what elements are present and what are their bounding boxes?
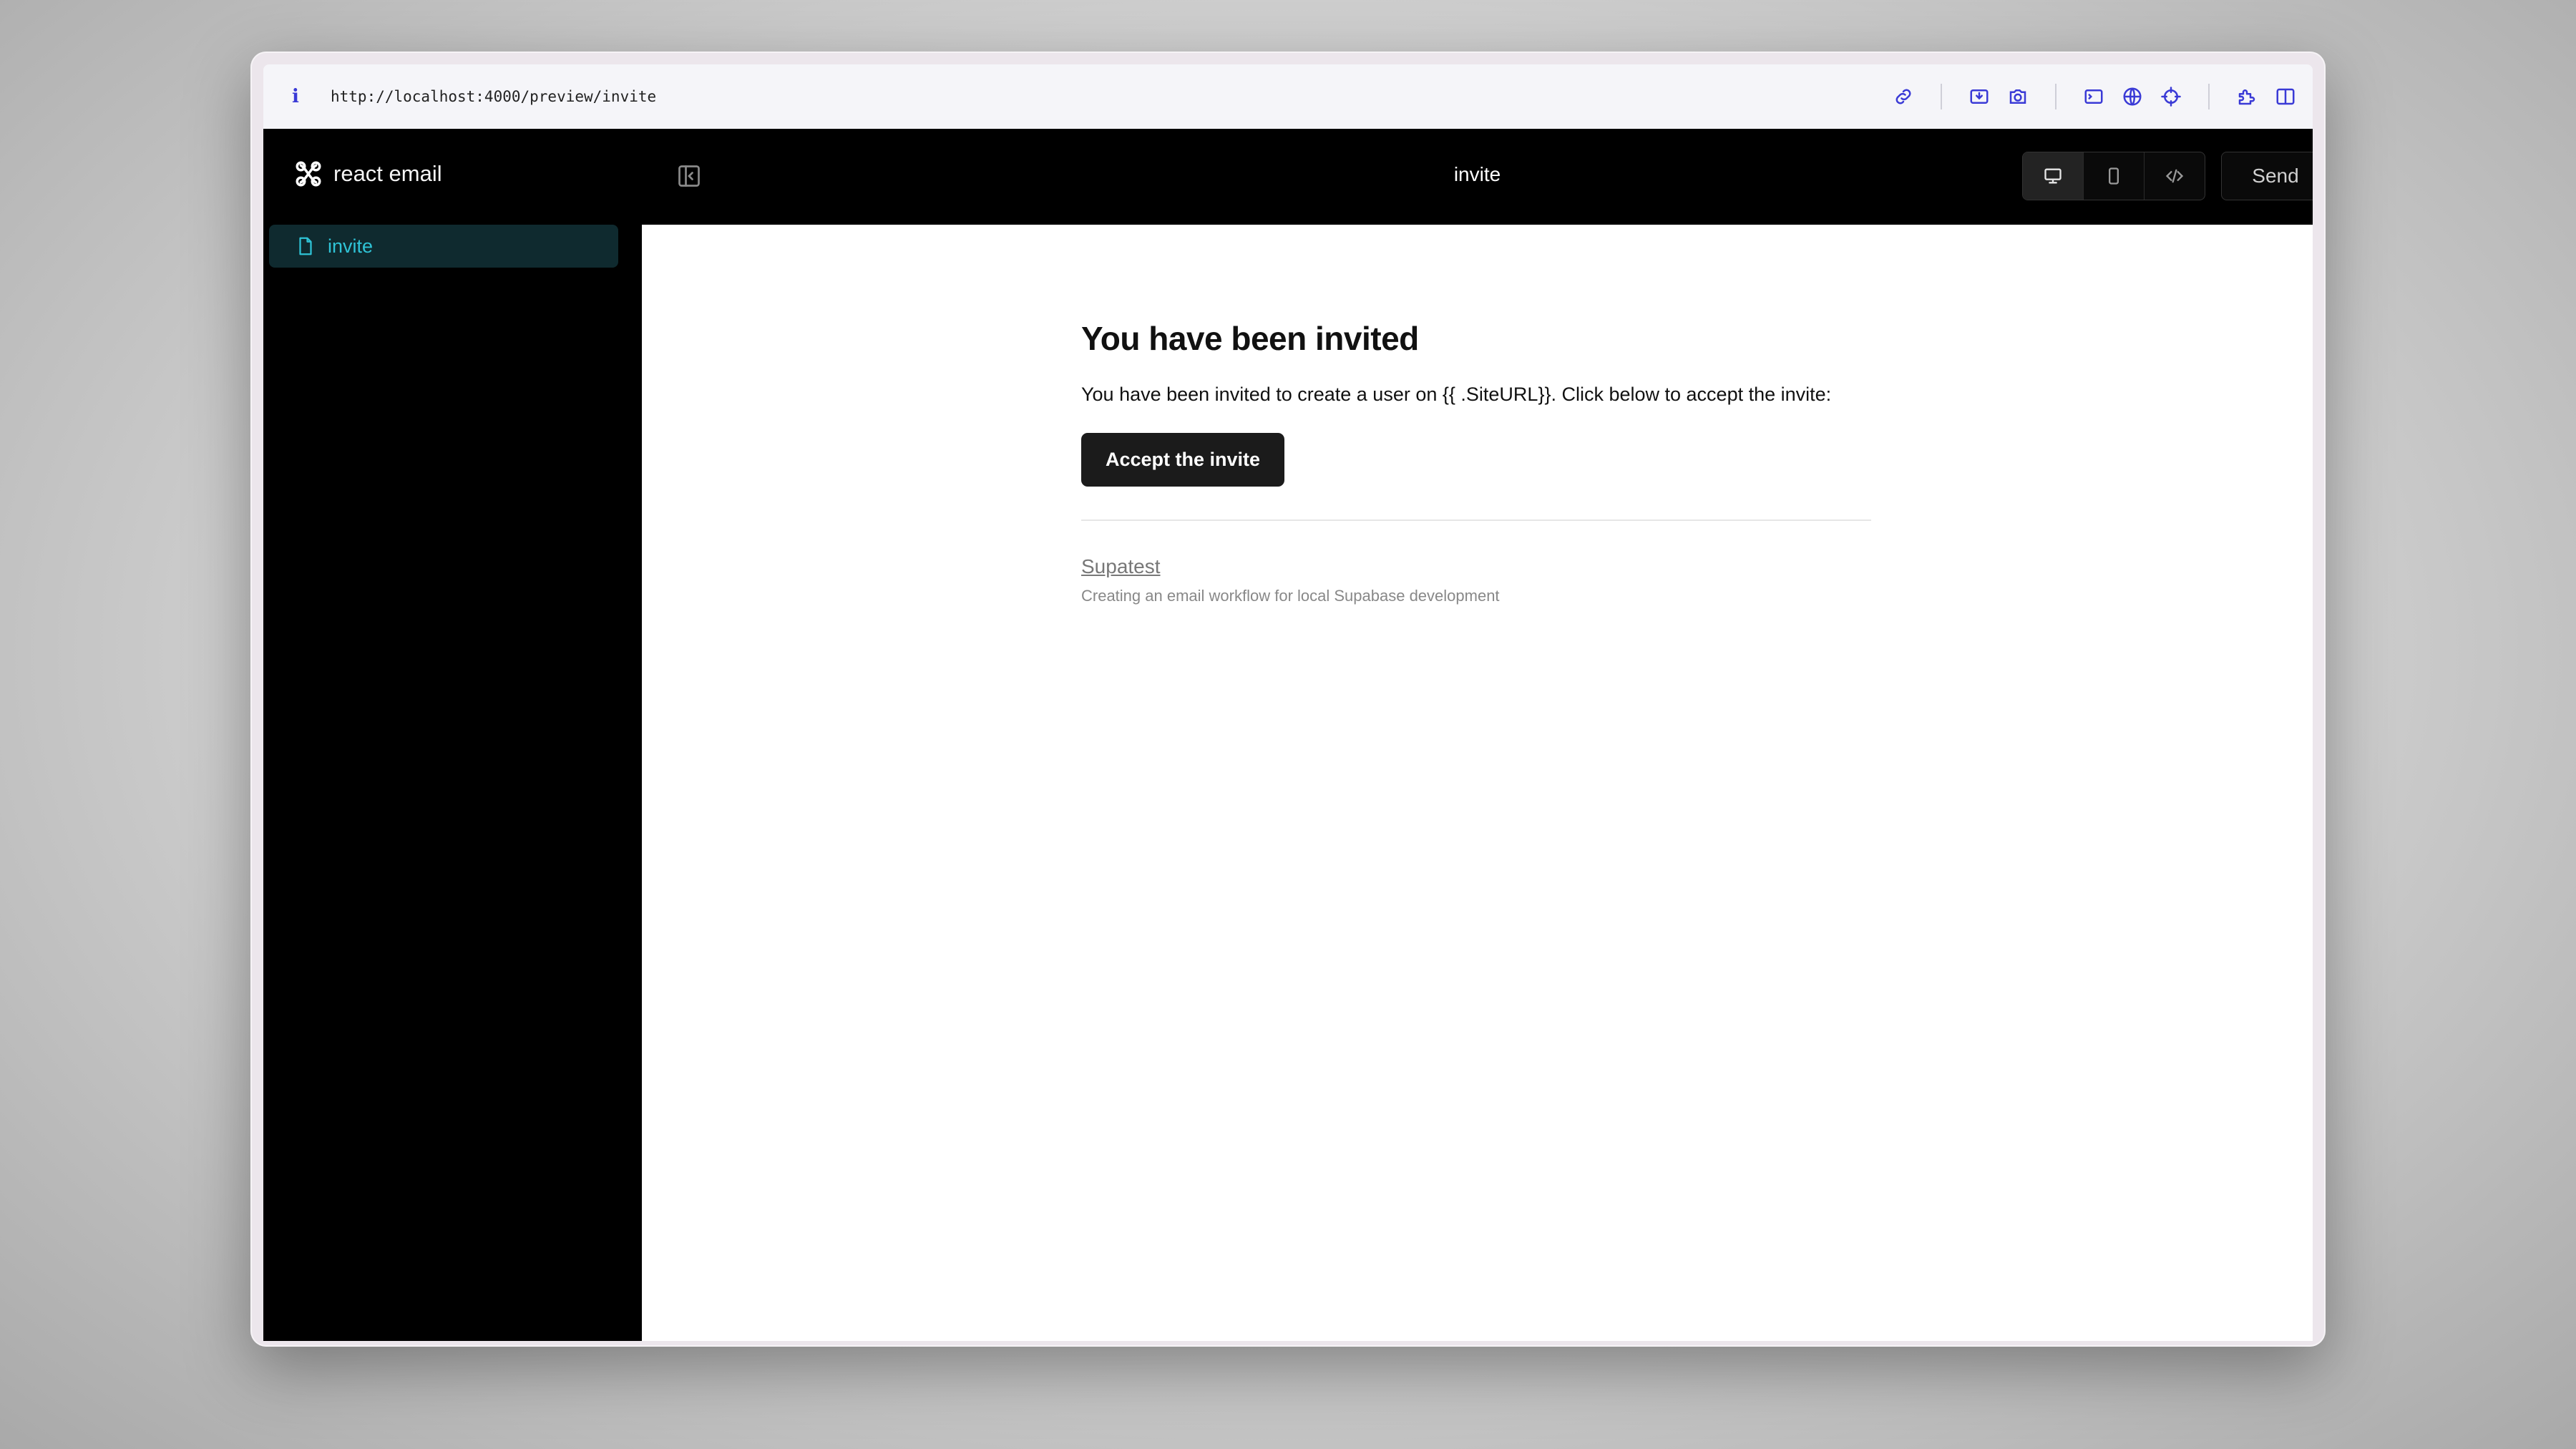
mobile-icon bbox=[2109, 167, 2119, 185]
extension-icon[interactable] bbox=[2234, 84, 2260, 109]
sidebar-item-label: invite bbox=[328, 235, 374, 257]
crosshair-icon[interactable] bbox=[2158, 84, 2184, 109]
email-text: You have been invited to create a user o… bbox=[1081, 384, 1832, 405]
sidebar-item-invite[interactable]: invite bbox=[269, 225, 618, 268]
mobile-view-button[interactable] bbox=[2084, 152, 2145, 200]
code-view-button[interactable] bbox=[2145, 152, 2205, 200]
code-icon bbox=[2165, 169, 2184, 183]
email-preview: You have been invited You have been invi… bbox=[642, 225, 2313, 1341]
app-frame: react email invite invite Send You have … bbox=[263, 129, 2313, 1341]
download-icon[interactable] bbox=[1966, 84, 1992, 109]
view-mode-toggle bbox=[2022, 152, 2205, 200]
desktop-icon bbox=[2044, 168, 2062, 184]
camera-icon[interactable] bbox=[2005, 84, 2031, 109]
email-body: You have been invited You have been invi… bbox=[1081, 319, 1871, 605]
accept-invite-button[interactable]: Accept the invite bbox=[1081, 433, 1285, 487]
desktop-view-button[interactable] bbox=[2023, 152, 2084, 200]
browser-window: i http://localhost:4000/preview/invite r… bbox=[250, 52, 2326, 1347]
sidebar: react email invite bbox=[263, 129, 643, 1341]
terminal-icon[interactable] bbox=[2081, 84, 2107, 109]
brand-name: react email bbox=[333, 161, 442, 186]
brand: react email bbox=[293, 159, 442, 189]
toolbar-divider bbox=[1941, 84, 1942, 109]
email-divider bbox=[1081, 519, 1871, 521]
link-icon[interactable] bbox=[1890, 84, 1916, 109]
toolbar-divider bbox=[2055, 84, 2057, 109]
toolbar-divider bbox=[2208, 84, 2210, 109]
browser-toolbar bbox=[1878, 64, 2298, 129]
split-view-icon[interactable] bbox=[2273, 84, 2298, 109]
email-heading: You have been invited bbox=[1081, 320, 1419, 357]
footer-text: Creating an email workflow for local Sup… bbox=[1081, 587, 1500, 605]
url-text[interactable]: http://localhost:4000/preview/invite bbox=[331, 88, 656, 105]
react-email-logo-icon bbox=[296, 161, 321, 187]
info-icon[interactable]: i bbox=[285, 86, 306, 107]
send-button[interactable]: Send bbox=[2221, 152, 2313, 200]
top-bar: invite Send bbox=[642, 129, 2313, 225]
globe-icon[interactable] bbox=[2119, 84, 2145, 109]
footer-link[interactable]: Supatest bbox=[1081, 555, 1871, 578]
address-bar[interactable]: i http://localhost:4000/preview/invite bbox=[263, 64, 2313, 129]
file-icon bbox=[299, 237, 312, 255]
